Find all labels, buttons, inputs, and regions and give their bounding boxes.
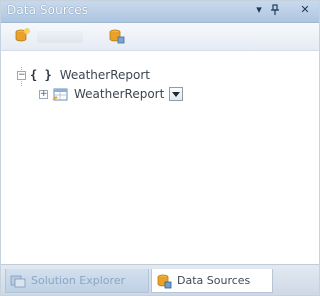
chevron-down-icon — [172, 91, 181, 97]
tab-solution-explorer[interactable]: Solution Explorer — [5, 269, 149, 293]
tree-node-label: WeatherReport — [59, 68, 150, 82]
collapse-icon[interactable]: − — [17, 70, 26, 80]
add-data-source-icon[interactable] — [13, 27, 31, 45]
tab-data-sources[interactable]: Data Sources — [151, 269, 273, 293]
panel-toolbar — [1, 23, 319, 51]
tree-node-root[interactable]: − { } WeatherReport — [17, 66, 150, 84]
dataset-dropdown-button[interactable] — [169, 87, 184, 101]
expand-icon[interactable]: + — [39, 89, 48, 99]
configure-icon[interactable] — [107, 27, 125, 45]
panel-titlebar[interactable]: Data Sources ▾ ✕ — [1, 1, 319, 23]
auto-hide-pin-icon[interactable] — [269, 4, 281, 16]
panel-title: Data Sources — [7, 3, 89, 17]
braces-icon: { } — [30, 68, 52, 82]
toolbar-disabled-group — [37, 31, 83, 43]
tab-label: Data Sources — [177, 274, 251, 287]
tab-label: Solution Explorer — [31, 274, 126, 287]
dataset-icon — [52, 88, 68, 101]
solution-explorer-icon — [10, 275, 26, 287]
bottom-tabstrip: Solution Explorer Data Sources — [1, 264, 319, 295]
data-sources-panel: Data Sources ▾ ✕ − {} WeatherReport + W… — [0, 0, 320, 296]
tree-node-dataset[interactable]: + WeatherReport — [39, 85, 184, 103]
data-sources-tree: − { } WeatherReport + WeatherReport — [1, 51, 319, 265]
window-position-dropdown-icon[interactable]: ▾ — [253, 4, 265, 16]
data-sources-icon — [157, 274, 172, 288]
close-icon[interactable]: ✕ — [299, 4, 311, 16]
tree-node-label: WeatherReport — [74, 87, 165, 101]
